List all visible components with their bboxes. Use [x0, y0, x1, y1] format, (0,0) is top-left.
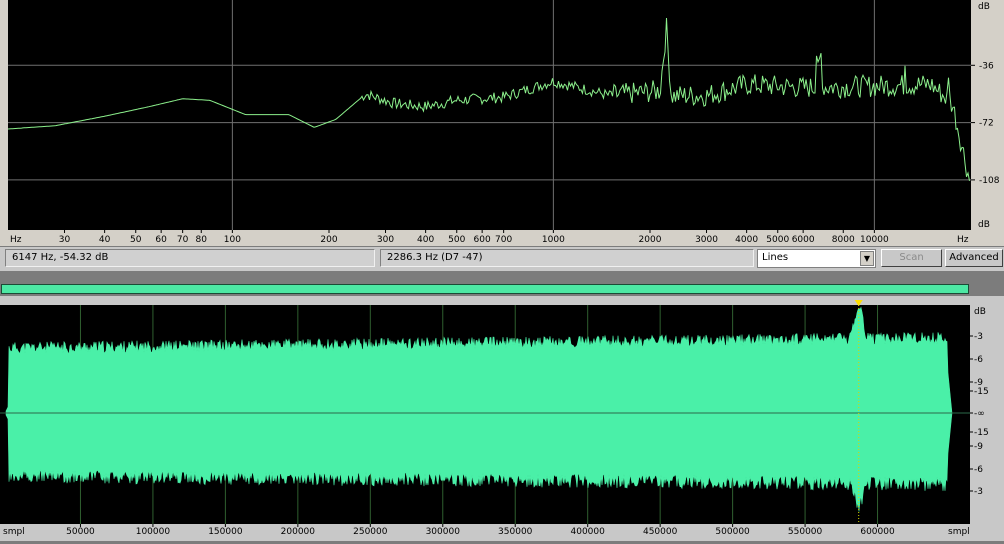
sample-tick-label: 600000 — [860, 527, 895, 537]
sample-tick-label: 150000 — [208, 527, 243, 537]
hz-unit-left: Hz — [10, 235, 22, 245]
sample-tick-label: 500000 — [715, 527, 750, 537]
sample-tick-label: 300000 — [426, 527, 461, 537]
sample-tick-label: 550000 — [788, 527, 823, 537]
wave-db-tick-label: -3 — [974, 487, 983, 497]
db-ruler — [971, 0, 1004, 230]
analysis-progress-bar — [1, 284, 969, 294]
hz-tick-label: 200 — [320, 235, 337, 245]
db-tick-label: -108 — [979, 176, 1000, 186]
waveform-graph[interactable]: dB -3-6-9-15-∞-15-9-6-3 smpl 50000 100000… — [0, 296, 1004, 541]
sample-tick-label: 50000 — [66, 527, 95, 537]
hz-tick-label: 6000 — [792, 235, 815, 245]
hz-tick-label: 700 — [495, 235, 512, 245]
hz-tick-label: 5000 — [766, 235, 789, 245]
sample-tick-label: 450000 — [643, 527, 678, 537]
progress-row — [0, 272, 1004, 295]
hz-tick-label: 70 — [177, 235, 189, 245]
wave-db-tick-label: -15 — [974, 387, 989, 397]
db-unit-top: dB — [978, 2, 990, 12]
spectrum-plot-area — [8, 0, 971, 230]
spectrum-panel: dB -36 -72 -108 dB Hz 30 40 50 60 70 80 100 200 30… — [0, 0, 1004, 246]
hz-tick-label: 40 — [99, 235, 111, 245]
hz-tick-label: 400 — [417, 235, 434, 245]
hz-tick-label: 1000 — [542, 235, 565, 245]
sample-tick-label: 400000 — [571, 527, 606, 537]
cursor-readout: 6147 Hz, -54.32 dB — [5, 249, 375, 267]
hz-tick-label: 10000 — [860, 235, 889, 245]
waveform-panel: dB -3 -6 -9 -15 -∞ -15 -9 -6 -3 smpl 50000 100000… — [0, 296, 1004, 541]
advanced-button[interactable]: Advanced — [945, 249, 1003, 267]
hz-tick-label: 2000 — [639, 235, 662, 245]
wave-db-tick-label: -3 — [974, 332, 983, 342]
hz-tick-label: 8000 — [832, 235, 855, 245]
display-mode-select[interactable]: Lines ▼ — [757, 249, 876, 268]
hz-tick-label: 3000 — [695, 235, 718, 245]
hz-tick-label: 30 — [59, 235, 71, 245]
hz-tick-label: 500 — [448, 235, 465, 245]
hz-tick-label: 60 — [155, 235, 167, 245]
db-tick-label: -72 — [979, 119, 994, 129]
hz-tick-label: 600 — [474, 235, 491, 245]
hz-tick-label: 300 — [377, 235, 394, 245]
wave-db-tick-label: -15 — [974, 428, 989, 438]
sample-tick-label: 250000 — [353, 527, 388, 537]
hz-tick-label: 4000 — [735, 235, 758, 245]
wave-db-tick-label: -9 — [974, 442, 983, 452]
wave-db-tick-label: -6 — [974, 355, 983, 365]
sample-unit-left: smpl — [3, 527, 25, 537]
sample-tick-label: 200000 — [281, 527, 316, 537]
wave-db-tick-label: -∞ — [974, 409, 985, 419]
hz-tick-label: 50 — [130, 235, 142, 245]
wave-db-tick-label: -6 — [974, 465, 983, 475]
hz-tick-label: 100 — [224, 235, 241, 245]
wave-db-unit: dB — [974, 307, 986, 317]
db-tick-label: -36 — [979, 61, 994, 71]
spectrum-graph[interactable]: dB -36 -72 -108 dB Hz 30 40 50 60 70 80 100 200 30… — [0, 0, 1004, 246]
sample-tick-label: 100000 — [136, 527, 171, 537]
hz-unit-right: Hz — [957, 235, 969, 245]
peak-readout: 2286.3 Hz (D7 -47) — [380, 249, 754, 267]
hz-tick-label: 80 — [196, 235, 208, 245]
chevron-down-icon[interactable]: ▼ — [860, 251, 874, 266]
sample-tick-label: 350000 — [498, 527, 533, 537]
analysis-status-bar: 6147 Hz, -54.32 dB 2286.3 Hz (D7 -47) Li… — [0, 247, 1004, 271]
display-mode-value: Lines — [762, 252, 789, 263]
db-unit-bottom: dB — [978, 220, 990, 230]
scan-button[interactable]: Scan — [881, 249, 942, 267]
sample-unit-right: smpl — [948, 527, 970, 537]
